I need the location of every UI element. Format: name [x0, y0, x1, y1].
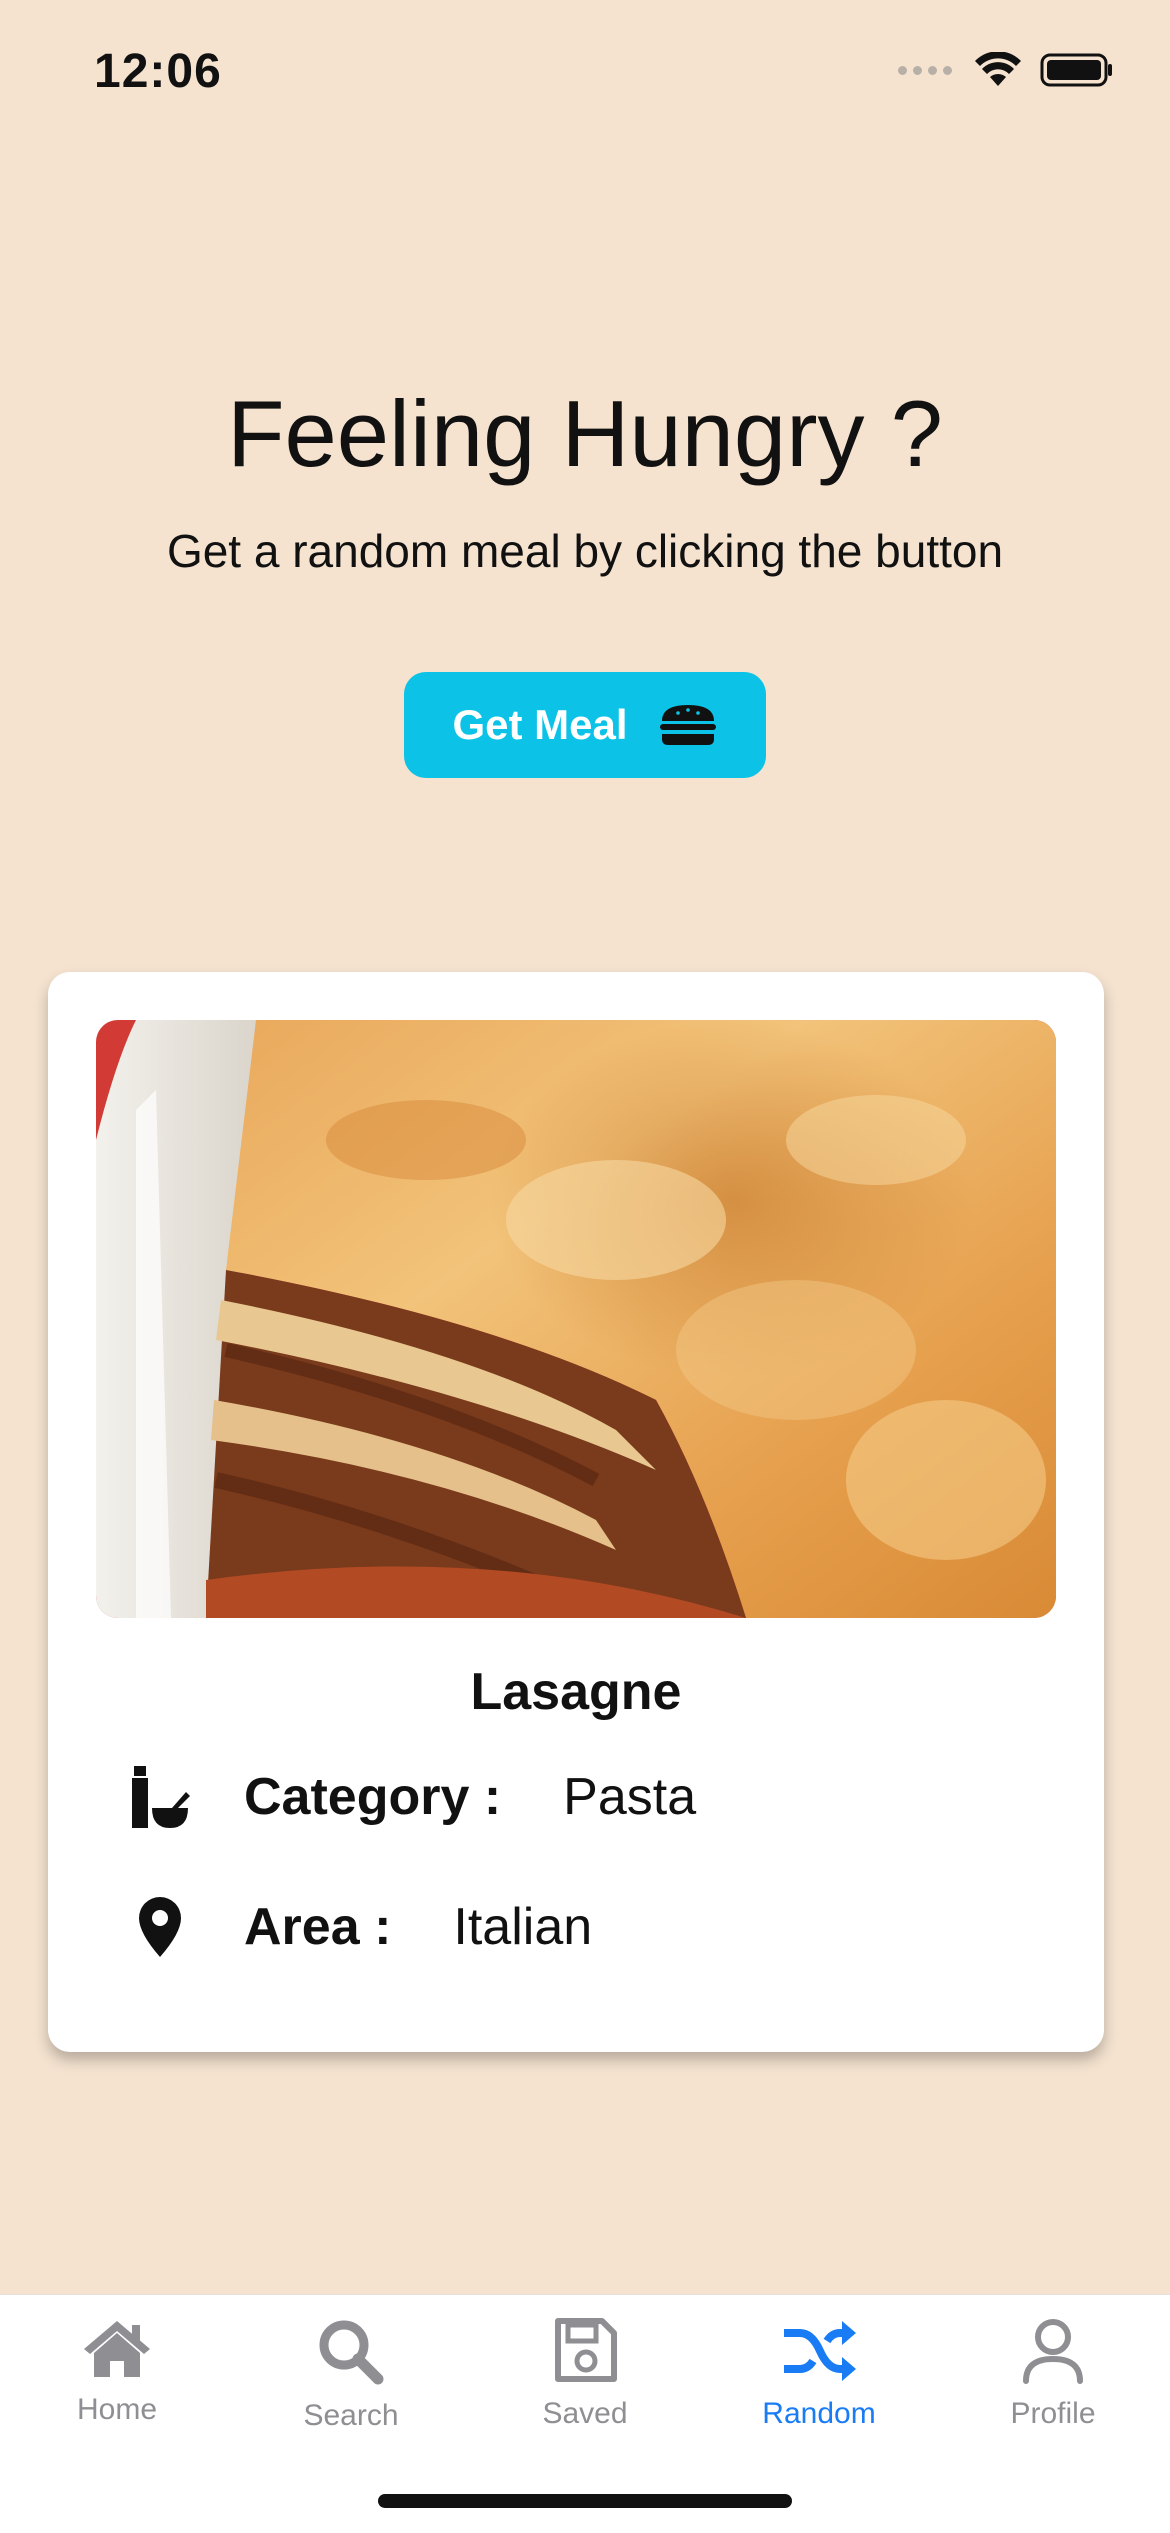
status-time: 12:06 — [94, 45, 222, 98]
map-pin-icon — [128, 1892, 192, 1962]
shuffle-icon — [784, 2321, 856, 2381]
area-label: Area : — [244, 1898, 392, 1956]
lasagne-photo — [96, 1020, 1056, 1618]
get-meal-label: Get Meal — [452, 701, 628, 748]
category-value: Pasta — [563, 1768, 697, 1826]
home-indicator — [378, 2494, 792, 2508]
status-bar: 12:06 — [0, 0, 1170, 140]
tab-random[interactable]: Random — [702, 2317, 936, 2431]
tab-profile[interactable]: Profile — [936, 2317, 1170, 2431]
tab-search-label: Search — [303, 2399, 399, 2432]
get-meal-button[interactable]: Get Meal — [404, 672, 766, 778]
home-icon — [84, 2321, 150, 2377]
tab-home-label: Home — [76, 2393, 158, 2426]
user-icon — [1023, 2319, 1083, 2384]
category-row: Category : Pasta — [128, 1762, 696, 1832]
tab-profile-label: Profile — [1010, 2397, 1096, 2430]
area-value: Italian — [453, 1898, 593, 1956]
bottle-mortar-icon — [128, 1762, 192, 1832]
cellular-signal-icon — [898, 65, 952, 75]
meal-image — [96, 1020, 1056, 1618]
tab-search[interactable]: Search — [234, 2317, 468, 2433]
meal-name: Lasagne — [470, 1663, 682, 1721]
page-title: Feeling Hungry ? — [227, 381, 943, 486]
tab-saved[interactable]: Saved — [468, 2317, 702, 2431]
tab-home[interactable]: Home — [0, 2317, 234, 2427]
wifi-icon — [975, 52, 1021, 86]
burger-icon — [659, 705, 716, 745]
save-icon — [555, 2318, 617, 2382]
battery-icon — [1040, 53, 1112, 87]
status-icons — [898, 52, 1114, 88]
tab-saved-label: Saved — [542, 2397, 628, 2430]
meal-card[interactable]: Lasagne Category : Pasta Area : Italian — [48, 972, 1104, 2052]
page-subtitle: Get a random meal by clicking the button — [166, 525, 1004, 577]
category-label: Category : — [244, 1768, 502, 1826]
tab-random-label: Random — [762, 2397, 876, 2430]
area-row: Area : Italian — [128, 1892, 592, 1962]
search-icon — [319, 2320, 384, 2385]
